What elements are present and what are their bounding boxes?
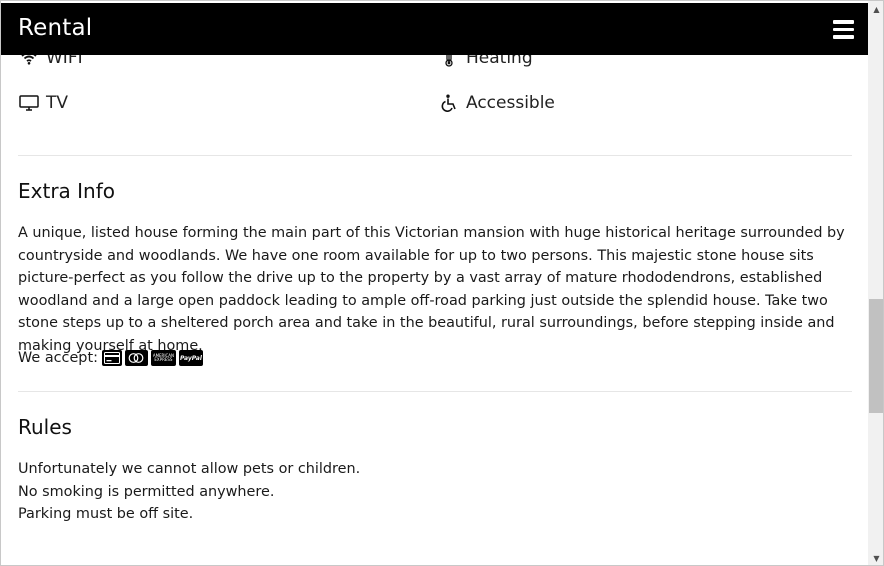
rules-list: Unfortunately we cannot allow pets or ch… — [18, 458, 360, 526]
rule-item: No smoking is permitted anywhere. — [18, 483, 275, 500]
scroll-down-arrow-icon[interactable]: ▼ — [868, 551, 883, 565]
amenity-accessible: Accessible — [438, 93, 555, 113]
brand-logo-text[interactable]: Rental — [18, 15, 92, 41]
amenity-label: TV — [46, 93, 69, 113]
payment-methods: We accept: AMERICAN EXPRESS PayPal — [18, 350, 203, 366]
tv-icon — [18, 94, 40, 112]
vertical-scrollbar[interactable]: ▲ ▼ — [868, 1, 883, 565]
section-divider — [18, 155, 852, 156]
hamburger-menu-icon[interactable] — [833, 20, 854, 39]
wheelchair-icon — [438, 94, 460, 112]
amenity-tv: TV — [18, 93, 68, 113]
extra-info-heading: Extra Info — [18, 179, 116, 203]
extra-info-description: A unique, listed house forming the main … — [18, 225, 845, 354]
amex-icon: AMERICAN EXPRESS — [150, 350, 176, 366]
top-navbar: Rental — [1, 3, 868, 55]
section-divider — [18, 391, 852, 392]
rule-item: Unfortunately we cannot allow pets or ch… — [18, 461, 361, 477]
mastercard-icon — [124, 350, 148, 366]
credit-card-icon — [101, 350, 122, 366]
amenity-label: Accessible — [466, 93, 555, 113]
paypal-icon: PayPal — [178, 350, 203, 366]
scroll-up-arrow-icon[interactable]: ▲ — [868, 2, 883, 16]
scrollbar-thumb[interactable] — [869, 299, 883, 413]
rules-heading: Rules — [18, 415, 72, 439]
browser-viewport: WIFI Heating TV Accessible Extra Info A … — [0, 0, 884, 566]
page-content: WIFI Heating TV Accessible Extra Info A … — [1, 1, 868, 565]
rule-item: Parking must be off site. — [18, 506, 194, 522]
we-accept-label: We accept: — [18, 350, 98, 366]
